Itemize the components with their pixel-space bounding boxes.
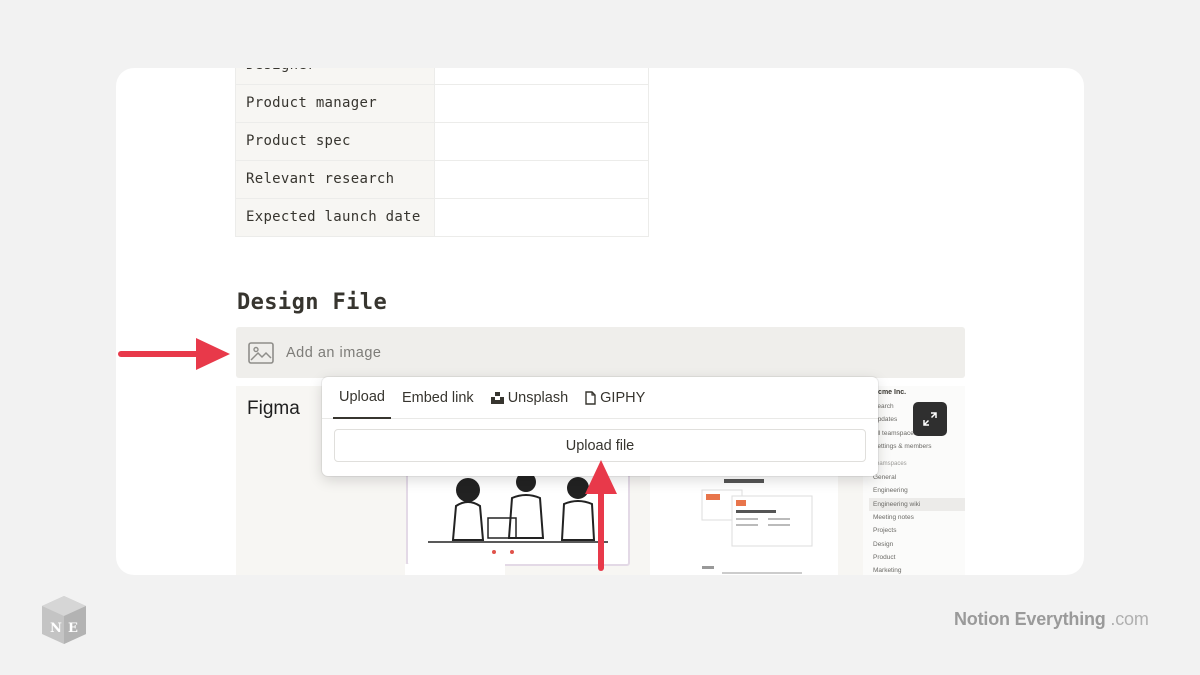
sidebar-item-marketing: Marketing xyxy=(873,567,902,575)
brand-wordmark: Notion Everything .com xyxy=(954,609,1149,630)
sidebar-item-engineering-wiki: Engineering wiki xyxy=(869,497,965,512)
workspace-name: Acme Inc. xyxy=(873,389,907,396)
sidebar-item-design: Design xyxy=(873,540,894,548)
sidebar-item-general: General xyxy=(873,474,897,482)
tab-label: Upload xyxy=(339,389,385,405)
file-icon xyxy=(585,391,596,405)
table-row: Product spec xyxy=(235,122,650,161)
add-image-label: Add an image xyxy=(286,344,382,361)
upload-file-button[interactable]: Upload file xyxy=(334,429,866,462)
expand-icon xyxy=(923,412,937,426)
popover-tabs: Upload Embed link Unsplash GIPHY xyxy=(322,377,878,419)
red-arrow-up-icon xyxy=(585,460,617,571)
property-label: Expected launch date xyxy=(235,198,435,237)
property-label: Product manager xyxy=(235,84,435,123)
sidebar-item-engineering: Engineering xyxy=(873,487,908,495)
svg-text:E: E xyxy=(68,621,78,636)
sidebar-item-projects: Projects xyxy=(873,527,897,535)
table-row: Relevant research xyxy=(235,160,650,199)
tab-label: GIPHY xyxy=(600,390,646,406)
property-value-launch-date[interactable] xyxy=(433,198,650,237)
property-label: Relevant research xyxy=(235,160,435,199)
tab-upload[interactable]: Upload xyxy=(333,377,391,419)
embed-title: Figma xyxy=(247,398,300,419)
red-arrow-right-icon xyxy=(118,338,230,370)
unsplash-icon xyxy=(490,392,504,404)
table-row: Product manager xyxy=(235,84,650,123)
design-frame-partial xyxy=(405,564,505,575)
tab-label: Embed link xyxy=(401,390,474,406)
property-value-relevant-research[interactable] xyxy=(433,160,650,199)
table-row: Designer xyxy=(235,68,650,85)
add-image-block[interactable]: Add an image xyxy=(236,327,965,378)
sidebar-item-meeting-notes: Meeting notes xyxy=(873,514,914,522)
tab-giphy[interactable]: GIPHY xyxy=(579,377,651,419)
image-icon xyxy=(248,341,274,364)
sidebar-section-label: Teamspaces xyxy=(873,461,907,468)
brand-name: Notion Everything xyxy=(954,609,1106,629)
tab-label: Unsplash xyxy=(507,390,569,406)
svg-text:N: N xyxy=(50,621,62,636)
property-label: Product spec xyxy=(235,122,435,161)
sidebar-item-settings: Settings & members xyxy=(873,442,932,450)
sidebar-item-product: Product xyxy=(873,553,896,561)
section-heading: Design File xyxy=(237,290,388,315)
tab-embed-link[interactable]: Embed link xyxy=(396,377,480,419)
property-value-product-spec[interactable] xyxy=(433,122,650,161)
property-value-product-manager[interactable] xyxy=(433,84,650,123)
brand-suffix: .com xyxy=(1110,609,1149,629)
expand-button[interactable] xyxy=(913,402,947,436)
properties-table: Designer Product manager Product spec Re… xyxy=(235,68,650,237)
table-row: Expected launch date xyxy=(235,198,650,237)
tab-unsplash[interactable]: Unsplash xyxy=(485,377,574,419)
notion-everything-logo-icon: N E xyxy=(42,596,86,644)
property-label: Designer xyxy=(235,68,435,85)
property-value-designer[interactable] xyxy=(433,68,650,85)
